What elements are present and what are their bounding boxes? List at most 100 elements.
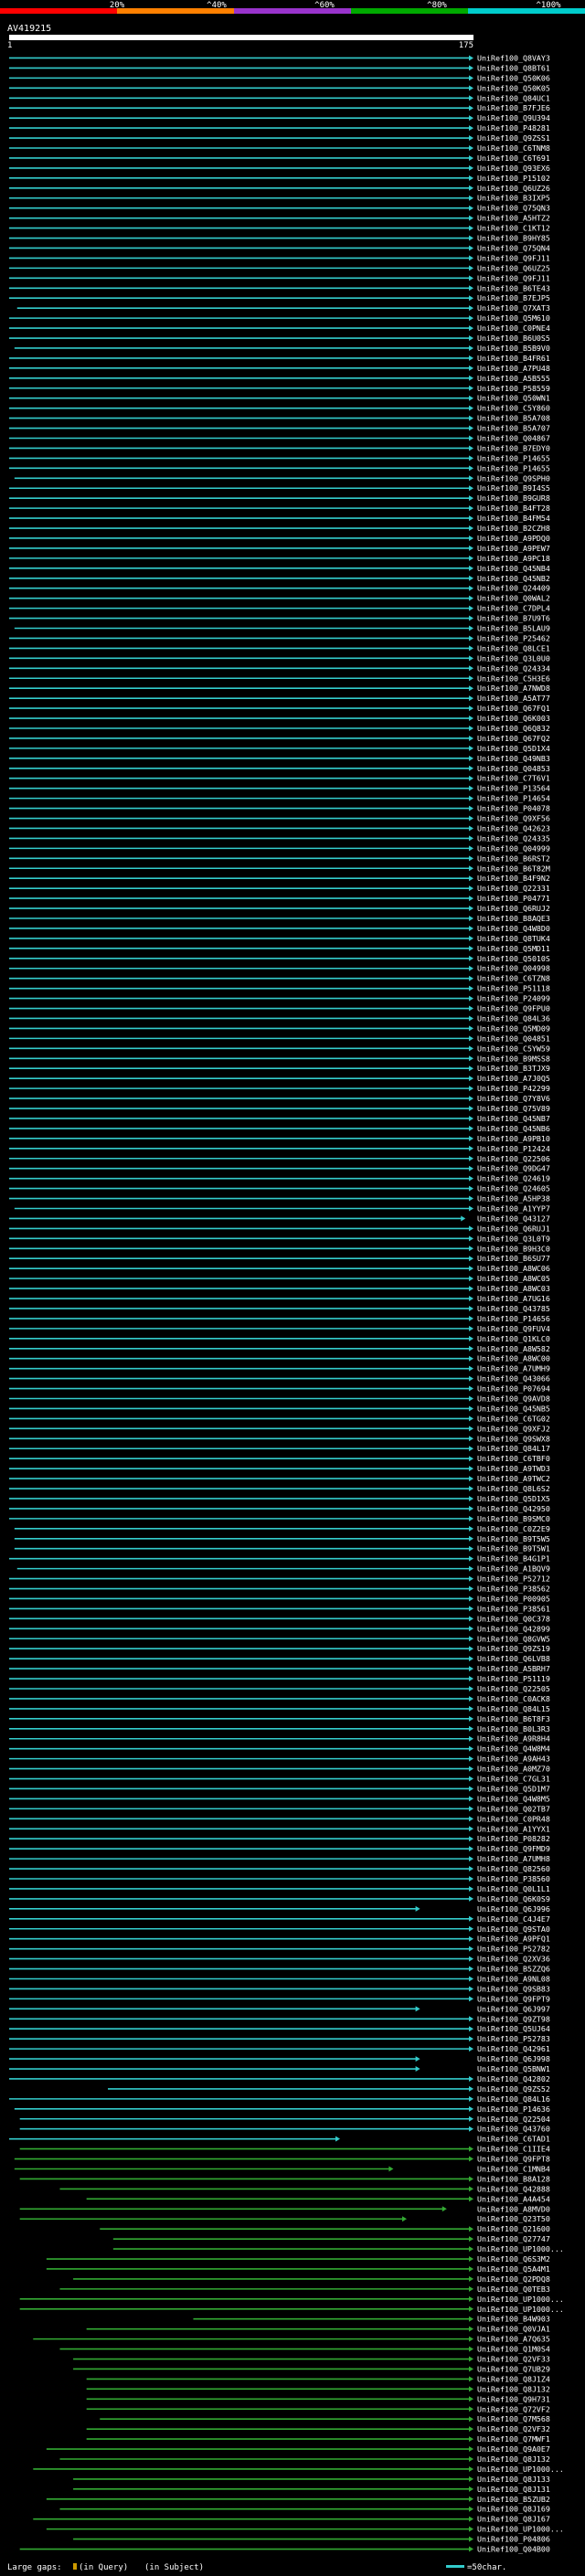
hit-label[interactable]: UniRef100_UP1000... [477,2244,564,2253]
hit-label[interactable]: UniRef100_Q50K06 [477,73,550,82]
hit-label[interactable]: UniRef100_Q9ZS52 [477,2084,550,2094]
hit-label[interactable]: UniRef100_Q22504 [477,2115,550,2124]
hit-label[interactable]: UniRef100_Q7XAT3 [477,303,550,313]
hit-label[interactable]: UniRef100_B9H3C0 [477,1244,550,1253]
hit-label[interactable]: UniRef100_C7DPL4 [477,604,550,613]
hit-label[interactable]: UniRef100_B4FT28 [477,504,550,513]
hit-label[interactable]: UniRef100_Q9FPU0 [477,1004,550,1013]
hit-label[interactable]: UniRef100_Q04867 [477,433,550,442]
hit-label[interactable]: UniRef100_Q22505 [477,1684,550,1693]
hit-label[interactable]: UniRef100_Q84L15 [477,1704,550,1713]
hit-label[interactable]: UniRef100_A8WC06 [477,1264,550,1273]
hit-label[interactable]: UniRef100_Q6J997 [477,2004,550,2013]
hit-label[interactable]: UniRef100_Q04998 [477,964,550,973]
hit-label[interactable]: UniRef100_Q42950 [477,1504,550,1513]
hit-label[interactable]: UniRef100_Q8L6S2 [477,1484,550,1493]
hit-label[interactable]: UniRef100_B9T5W5 [477,1534,550,1543]
hit-label[interactable]: UniRef100_Q42802 [477,2074,550,2083]
hit-label[interactable]: UniRef100_A7Q635 [477,2335,550,2344]
hit-label[interactable]: UniRef100_C7T6V1 [477,774,550,783]
hit-label[interactable]: UniRef100_C7GL31 [477,1775,550,1784]
hit-label[interactable]: UniRef100_B7EDY0 [477,443,550,452]
hit-label[interactable]: UniRef100_P00905 [477,1594,550,1603]
hit-label[interactable]: UniRef100_Q9ZS19 [477,1644,550,1653]
hit-label[interactable]: UniRef100_C6TG02 [477,1414,550,1423]
hit-label[interactable]: UniRef100_P14655 [477,453,550,462]
hit-label[interactable]: UniRef100_C6TZN8 [477,974,550,983]
hit-label[interactable]: UniRef100_B5ZUB2 [477,2495,550,2504]
hit-label[interactable]: UniRef100_Q9FJ11 [477,253,550,262]
hit-label[interactable]: UniRef100_P24099 [477,994,550,1003]
hit-label[interactable]: UniRef100_P13564 [477,784,550,793]
hit-label[interactable]: UniRef100_Q45NB7 [477,1114,550,1123]
hit-label[interactable]: UniRef100_C1MNB4 [477,2165,550,2174]
hit-label[interactable]: UniRef100_Q22331 [477,884,550,893]
hit-label[interactable]: UniRef100_Q75QN3 [477,204,550,213]
hit-label[interactable]: UniRef100_C0Z2E9 [477,1524,550,1533]
hit-label[interactable]: UniRef100_A8WC05 [477,1274,550,1283]
hit-label[interactable]: UniRef100_Q2XV36 [477,1955,550,1964]
hit-label[interactable]: UniRef100_P14636 [477,2104,550,2114]
hit-label[interactable]: UniRef100_B9HY85 [477,234,550,243]
hit-label[interactable]: UniRef100_Q04999 [477,843,550,853]
hit-label[interactable]: UniRef100_Q6Q832 [477,724,550,733]
hit-label[interactable]: UniRef100_B5A707 [477,424,550,433]
hit-label[interactable]: UniRef100_Q2PDQ8 [477,2274,550,2284]
hit-label[interactable]: UniRef100_A9TWD3 [477,1464,550,1473]
hit-label[interactable]: UniRef100_Q3L0U0 [477,653,550,663]
hit-label[interactable]: UniRef100_Q42899 [477,1624,550,1633]
hit-label[interactable]: UniRef100_Q93EX6 [477,164,550,173]
hit-label[interactable]: UniRef100_Q8J167 [477,2515,550,2524]
hit-label[interactable]: UniRef100_C6TBF0 [477,1454,550,1463]
hit-label[interactable]: UniRef100_Q8VAY3 [477,53,550,62]
hit-label[interactable]: UniRef100_Q0L1L1 [477,1884,550,1893]
hit-label[interactable]: UniRef100_Q6LVB8 [477,1654,550,1663]
hit-label[interactable]: UniRef100_Q9SWX8 [477,1434,550,1443]
hit-label[interactable]: UniRef100_Q6K0S9 [477,1894,550,1903]
hit-label[interactable]: UniRef100_C0PNE4 [477,323,550,333]
hit-label[interactable]: UniRef100_A9PB10 [477,1134,550,1143]
hit-label[interactable]: UniRef100_A1YYP7 [477,1203,550,1213]
hit-label[interactable]: UniRef100_Q9DG47 [477,1164,550,1173]
hit-label[interactable]: UniRef100_A5AT77 [477,694,550,703]
hit-label[interactable]: UniRef100_Q4W8M5 [477,1794,550,1803]
hit-label[interactable]: UniRef100_B5B9V0 [477,344,550,353]
hit-label[interactable]: UniRef100_B5LAU9 [477,624,550,633]
hit-label[interactable]: UniRef100_Q8J132 [477,2454,550,2464]
hit-label[interactable]: UniRef100_Q0C378 [477,1614,550,1623]
hit-label[interactable]: UniRef100_B2CZH8 [477,524,550,533]
hit-label[interactable]: UniRef100_B6T82M [477,864,550,873]
hit-label[interactable]: UniRef100_Q45NB5 [477,1404,550,1413]
hit-label[interactable]: UniRef100_A4A454 [477,2194,550,2203]
hit-label[interactable]: UniRef100_Q8BT61 [477,63,550,72]
hit-label[interactable]: UniRef100_Q8J133 [477,2475,550,2484]
hit-label[interactable]: UniRef100_B0L3R3 [477,1724,550,1733]
hit-label[interactable]: UniRef100_A1BQV9 [477,1564,550,1574]
hit-label[interactable]: UniRef100_Q42623 [477,823,550,832]
hit-label[interactable]: UniRef100_A7J0Q5 [477,1074,550,1083]
hit-label[interactable]: UniRef100_A5BRH7 [477,1664,550,1673]
hit-label[interactable]: UniRef100_Q5MD11 [477,944,550,953]
hit-label[interactable]: UniRef100_A5HP38 [477,1194,550,1203]
hit-label[interactable]: UniRef100_Q9AVD8 [477,1394,550,1404]
hit-label[interactable]: UniRef100_Q5D1X5 [477,1494,550,1503]
hit-label[interactable]: UniRef100_C4J4E7 [477,1914,550,1924]
hit-label[interactable]: UniRef100_P51119 [477,1674,550,1683]
hit-label[interactable]: UniRef100_Q50K05 [477,83,550,92]
hit-label[interactable]: UniRef100_P14655 [477,463,550,472]
hit-label[interactable]: UniRef100_Q02TB7 [477,1804,550,1813]
hit-label[interactable]: UniRef100_Q42888 [477,2184,550,2193]
hit-label[interactable]: UniRef100_A7PU48 [477,364,550,373]
hit-label[interactable]: UniRef100_A7UG16 [477,1294,550,1303]
hit-label[interactable]: UniRef100_Q43785 [477,1304,550,1313]
hit-label[interactable]: UniRef100_Q8J1Z4 [477,2374,550,2383]
hit-label[interactable]: UniRef100_B4F9N2 [477,874,550,883]
hit-label[interactable]: UniRef100_B6U0S5 [477,334,550,343]
hit-label[interactable]: UniRef100_B3IXP5 [477,194,550,203]
hit-label[interactable]: UniRef100_B6RST2 [477,853,550,863]
hit-label[interactable]: UniRef100_Q50WN1 [477,394,550,403]
hit-label[interactable]: UniRef100_Q24409 [477,584,550,593]
hit-label[interactable]: UniRef100_Q2VF32 [477,2424,550,2433]
hit-label[interactable]: UniRef100_Q8LCE1 [477,643,550,652]
hit-label[interactable]: UniRef100_B9MSS8 [477,1054,550,1063]
